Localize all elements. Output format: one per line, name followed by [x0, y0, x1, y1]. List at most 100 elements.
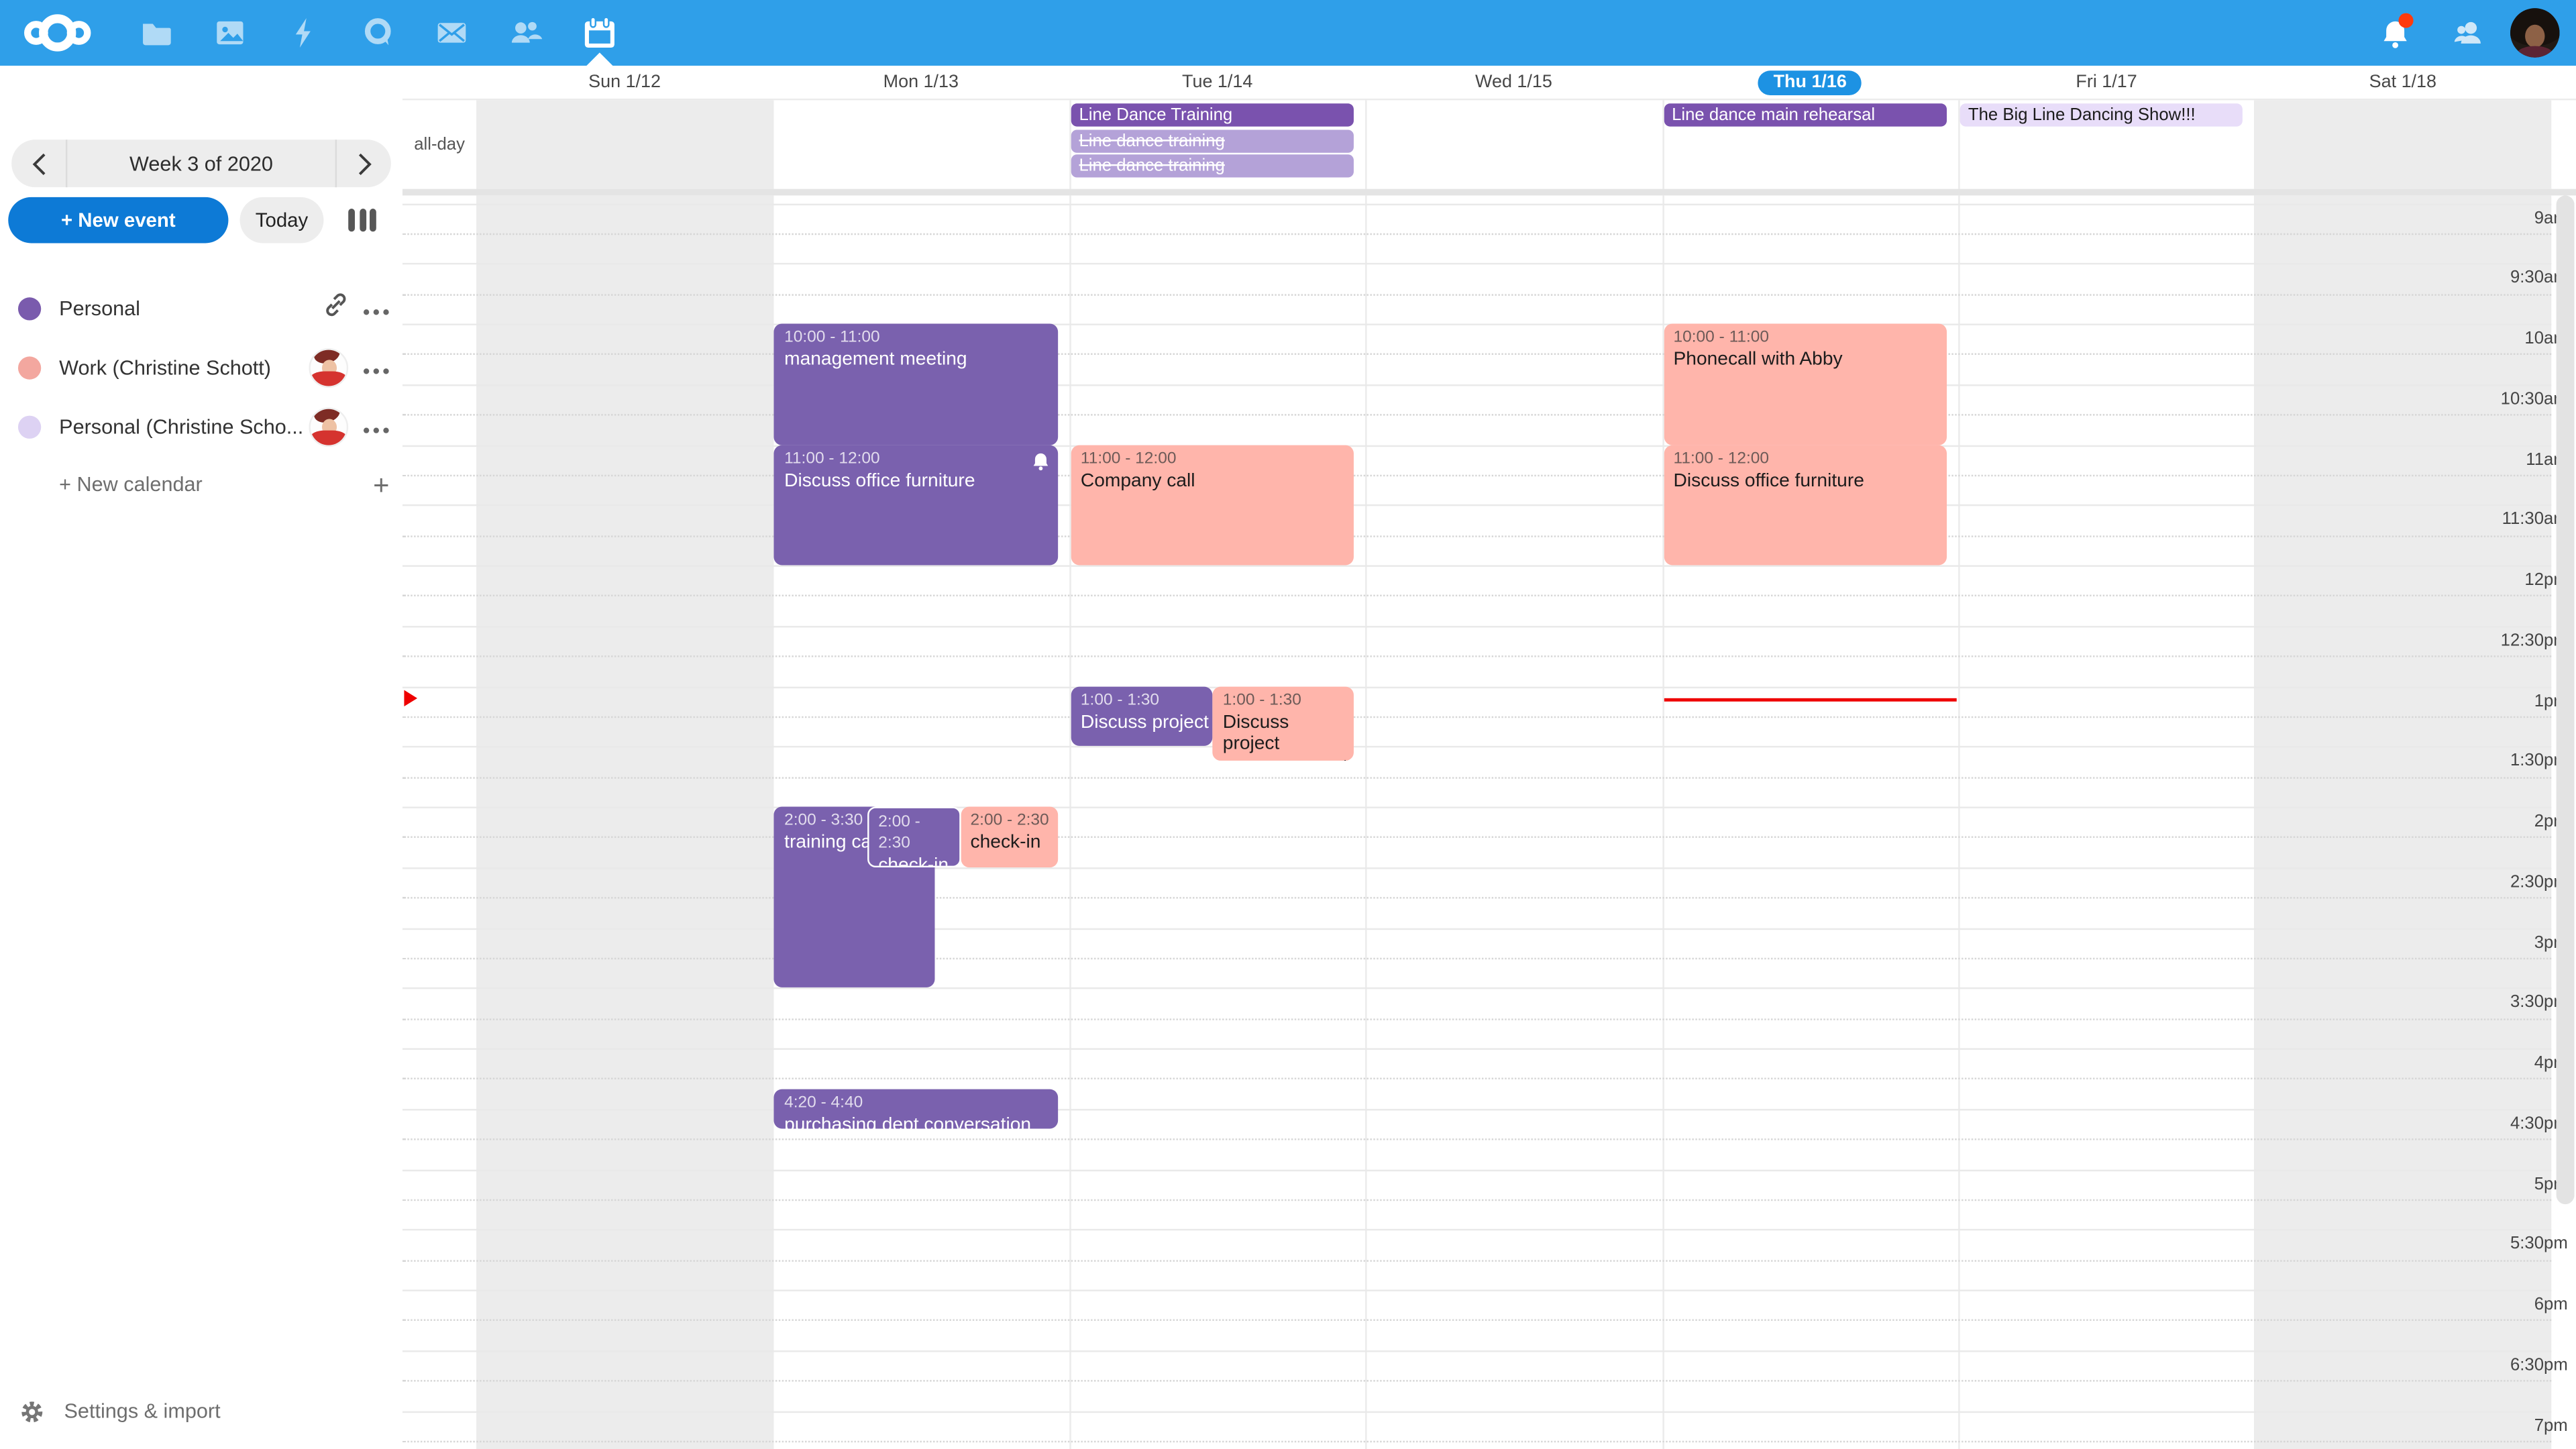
grid-scrollbar-thumb[interactable] — [2556, 195, 2574, 1204]
quarter-hour-line — [402, 1138, 2551, 1140]
calendar-item-actions — [309, 348, 389, 388]
half-hour-line — [402, 444, 2551, 445]
activity-icon[interactable] — [266, 0, 340, 66]
event-check-in[interactable]: 2:00 - 2:30check-in — [867, 806, 961, 867]
quarter-hour-line — [402, 474, 2551, 476]
week-navigation: Week 3 of 2020 — [11, 140, 391, 187]
today-button[interactable]: Today — [240, 197, 324, 244]
allday-event[interactable]: Line dance training — [1071, 154, 1354, 177]
calendar-item-actions — [323, 292, 389, 325]
quarter-hour-line — [402, 1259, 2551, 1260]
event-time: 11:00 - 12:00 — [1674, 447, 1944, 469]
day-header-sat[interactable]: Sat 1/18 — [2255, 66, 2551, 99]
event-discuss-project-announcement[interactable]: 1:00 - 1:30Discuss project announcement — [1071, 686, 1213, 746]
calendar-list-item[interactable]: Work (Christine Schott) — [0, 338, 402, 397]
calendar-actions-menu-icon[interactable] — [363, 354, 389, 383]
event-title: Company call — [1081, 471, 1351, 494]
new-event-button[interactable]: + New event — [8, 197, 228, 244]
event-time: 10:00 - 11:00 — [1674, 327, 1944, 348]
event-check-in[interactable]: 2:00 - 2:30check-in — [961, 806, 1057, 867]
notifications-bell-icon[interactable] — [2366, 0, 2425, 66]
user-avatar[interactable] — [2510, 8, 2559, 57]
current-time-arrow — [404, 690, 417, 706]
event-company-call[interactable]: 11:00 - 12:00Company call — [1071, 444, 1354, 565]
half-hour-line — [402, 323, 2551, 325]
view-switcher-icon[interactable] — [348, 209, 376, 231]
day-header-tue[interactable]: Tue 1/14 — [1069, 66, 1366, 99]
allday-event[interactable]: Line Dance Training — [1071, 103, 1354, 126]
shared-by-avatar — [309, 407, 348, 447]
photos-icon[interactable] — [193, 0, 266, 66]
quarter-hour-line — [402, 354, 2551, 355]
mail-icon[interactable] — [414, 0, 488, 66]
event-time: 1:00 - 1:30 — [1081, 689, 1210, 710]
calendar-list-item[interactable]: Personal (Christine Scho... — [0, 398, 402, 457]
nextcloud-logo-icon[interactable] — [19, 11, 95, 54]
half-hour-line — [402, 867, 2551, 868]
allday-column[interactable] — [1366, 100, 1662, 189]
time-label: 7pm — [2494, 1415, 2568, 1435]
half-hour-line — [402, 263, 2551, 264]
event-purchasing-dept-conversation[interactable]: 4:20 - 4:40purchasing dept conversation — [774, 1088, 1057, 1128]
allday-column[interactable] — [2255, 100, 2551, 189]
calendar-name: Personal (Christine Scho... — [59, 416, 309, 439]
half-hour-line — [402, 746, 2551, 747]
day-header-wed[interactable]: Wed 1/15 — [1366, 66, 1662, 99]
previous-week-button[interactable] — [11, 140, 66, 187]
day-header-row: Sun 1/12Mon 1/13Tue 1/14Wed 1/15 Thu 1/16… — [402, 66, 2576, 100]
quarter-hour-line — [402, 1199, 2551, 1200]
event-time: 10:00 - 11:00 — [784, 327, 1055, 348]
files-icon[interactable] — [118, 0, 192, 66]
event-time: 2:00 - 2:30 — [971, 810, 1055, 831]
event-discuss-project-announcement[interactable]: 1:00 - 1:30Discuss project announcement — [1213, 686, 1354, 759]
calendar-color-dot — [18, 416, 41, 439]
half-hour-line — [402, 565, 2551, 566]
event-discuss-office-furniture[interactable]: 11:00 - 12:00Discuss office furniture — [774, 444, 1057, 565]
calendar-actions-menu-icon[interactable] — [363, 413, 389, 442]
calendar-icon[interactable] — [562, 0, 636, 66]
allday-event[interactable]: Line dance training — [1071, 129, 1354, 152]
event-time: 1:00 - 1:30 — [1223, 689, 1350, 710]
talk-icon[interactable] — [340, 0, 414, 66]
allday-event[interactable]: Line dance main rehearsal — [1664, 103, 1947, 126]
event-time: 11:00 - 12:00 — [784, 447, 1055, 469]
gear-icon — [19, 1399, 44, 1424]
half-hour-line — [402, 625, 2551, 627]
half-hour-line — [402, 927, 2551, 928]
event-title: Discuss project announcement — [1081, 712, 1210, 735]
allday-column[interactable] — [476, 100, 773, 189]
allday-event[interactable]: The Big Line Dancing Show!!! — [1960, 103, 2243, 126]
quarter-hour-line — [402, 414, 2551, 415]
settings-import-button[interactable]: Settings & import — [0, 1390, 402, 1433]
calendar-color-dot — [18, 356, 41, 379]
avatar-shirt — [2517, 46, 2553, 58]
calendar-list-item[interactable]: Personal — [0, 279, 402, 338]
contacts-menu-icon[interactable] — [2438, 0, 2497, 66]
quarter-hour-line — [402, 535, 2551, 536]
calendar-week-view: Sun 1/12Mon 1/13Tue 1/14Wed 1/15 Thu 1/16… — [402, 66, 2576, 1449]
next-week-button[interactable] — [337, 140, 391, 187]
event-phonecall-with-abby[interactable]: 10:00 - 11:00Phonecall with Abby — [1664, 323, 1947, 444]
plus-icon: + — [373, 471, 389, 499]
day-header-mon[interactable]: Mon 1/13 — [773, 66, 1069, 99]
half-hour-line — [402, 1350, 2551, 1351]
share-link-icon[interactable] — [323, 292, 348, 325]
day-header-sun[interactable]: Sun 1/12 — [476, 66, 773, 99]
day-header-thu[interactable]: Thu 1/16 — [1662, 66, 1958, 99]
day-header-fri[interactable]: Fri 1/17 — [1958, 66, 2255, 99]
event-title: Phonecall with Abby — [1674, 350, 1944, 373]
today-date-pill: Thu 1/16 — [1759, 70, 1862, 95]
event-management-meeting[interactable]: 10:00 - 11:00management meeting — [774, 323, 1057, 444]
header-right — [2366, 0, 2576, 66]
allday-column[interactable] — [773, 100, 1069, 189]
quarter-hour-line — [402, 1380, 2551, 1381]
event-title: management meeting — [784, 350, 1055, 373]
calendar-actions-menu-icon[interactable] — [363, 294, 389, 323]
week-label[interactable]: Week 3 of 2020 — [67, 152, 335, 175]
quarter-hour-line — [402, 595, 2551, 596]
new-calendar-button[interactable]: + New calendar + — [0, 457, 402, 513]
contacts-icon[interactable] — [488, 0, 561, 66]
allday-label: all-day — [402, 100, 476, 189]
event-discuss-office-furniture[interactable]: 11:00 - 12:00Discuss office furniture — [1664, 444, 1947, 565]
half-hour-line — [402, 1410, 2551, 1411]
